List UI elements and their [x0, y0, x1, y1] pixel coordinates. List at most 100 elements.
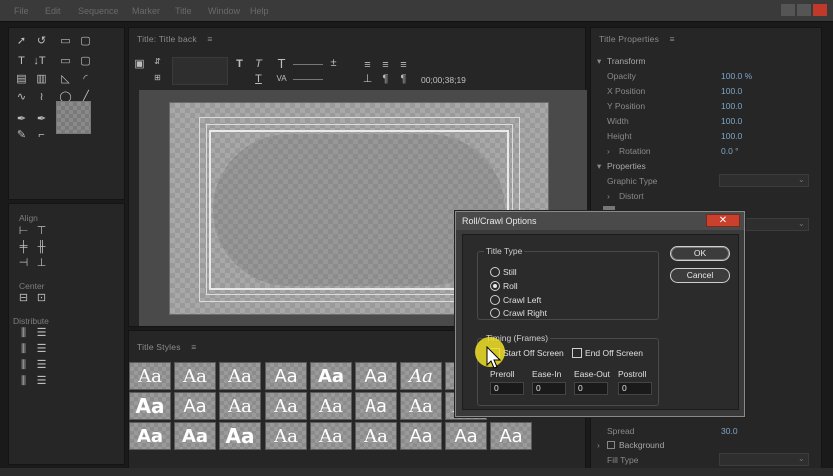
delete-anchor-tool-icon[interactable]: ✎: [15, 130, 28, 141]
style-swatch[interactable]: Aa: [129, 362, 171, 390]
style-swatch[interactable]: Aa: [310, 422, 352, 450]
style-swatch[interactable]: Aa: [174, 362, 216, 390]
menu-edit[interactable]: Edit: [45, 6, 61, 16]
end-off-screen-checkbox[interactable]: End Off Screen: [572, 347, 643, 359]
align-text-left-icon[interactable]: ≡: [361, 60, 374, 71]
panel-menu-icon[interactable]: ≡: [207, 34, 212, 44]
style-swatch[interactable]: Aa: [400, 362, 442, 390]
arc-tool-icon[interactable]: ◜: [79, 74, 92, 85]
radio-still[interactable]: Still: [490, 266, 517, 278]
timecode-readout[interactable]: 00;00;38;19: [421, 75, 466, 85]
rotation-tool-icon[interactable]: ↺: [35, 36, 48, 47]
menu-window[interactable]: Window: [208, 6, 240, 16]
postroll-input[interactable]: 0: [618, 382, 652, 395]
ease-out-input[interactable]: 0: [574, 382, 608, 395]
style-swatch[interactable]: Aa: [265, 362, 307, 390]
type-tool-icon[interactable]: T: [15, 56, 28, 67]
rounded-rectangle-tool-icon[interactable]: ▢: [79, 36, 92, 47]
tab-stops-icon[interactable]: ⊥: [361, 74, 374, 85]
align-top-icon[interactable]: ⊤: [35, 226, 48, 237]
close-window-icon[interactable]: [813, 4, 827, 16]
menu-file[interactable]: File: [14, 6, 29, 16]
center-vertical-icon[interactable]: ⊡: [35, 293, 48, 304]
menu-marker[interactable]: Marker: [132, 6, 160, 16]
preroll-input[interactable]: 0: [490, 382, 524, 395]
maximize-icon[interactable]: [797, 4, 811, 16]
radio-crawl-left[interactable]: Crawl Left: [490, 294, 541, 306]
style-swatch[interactable]: Aa: [129, 392, 171, 420]
style-swatch[interactable]: Aa: [265, 422, 307, 450]
style-swatch[interactable]: Aa: [129, 422, 171, 450]
pen-tool-icon[interactable]: ✒: [15, 114, 28, 125]
background-checkbox[interactable]: [607, 441, 615, 449]
style-swatch[interactable]: Aa: [265, 392, 307, 420]
vertical-type-tool-icon[interactable]: ↓T: [33, 56, 46, 67]
area-type-tool-icon[interactable]: ▤: [15, 74, 28, 85]
menu-title[interactable]: Title: [175, 6, 192, 16]
roll-crawl-options-icon[interactable]: ⇵: [151, 56, 164, 67]
distribute-space-v-icon[interactable]: ☰: [35, 376, 48, 387]
property-value[interactable]: 100.0: [721, 131, 742, 141]
property-value[interactable]: 100.0: [721, 116, 742, 126]
new-title-icon[interactable]: ▣: [133, 59, 146, 70]
style-swatch[interactable]: Aa: [174, 392, 216, 420]
close-icon[interactable]: ✕: [706, 214, 740, 227]
italic-icon[interactable]: T: [252, 59, 265, 70]
kerning-slider[interactable]: [293, 79, 323, 80]
style-swatch[interactable]: Aa: [355, 392, 397, 420]
ok-button[interactable]: OK: [670, 246, 730, 261]
rectangle-tool-icon[interactable]: ▭: [59, 36, 72, 47]
properties-expand-icon[interactable]: ▾: [597, 161, 601, 172]
distribute-center-icon[interactable]: ⫼: [17, 344, 30, 355]
style-swatch[interactable]: Aa: [445, 422, 487, 450]
align-text-right-icon[interactable]: ≡: [397, 60, 410, 71]
style-swatch[interactable]: Aa: [219, 392, 261, 420]
add-anchor-tool-icon[interactable]: ✒: [35, 114, 48, 125]
align-text-center-icon[interactable]: ≡: [379, 60, 392, 71]
style-swatch[interactable]: Aa: [355, 422, 397, 450]
property-value[interactable]: 100.0 %: [721, 71, 752, 81]
rounded-corner-tool-icon[interactable]: ▢: [79, 56, 92, 67]
distribute-middle-icon[interactable]: ☰: [35, 344, 48, 355]
style-swatch[interactable]: Aa: [310, 362, 352, 390]
align-horizontal-center-icon[interactable]: ╪: [17, 242, 30, 253]
spread-value[interactable]: 30.0: [721, 426, 738, 436]
rotation-expand-icon[interactable]: ›: [607, 146, 610, 156]
style-swatch[interactable]: Aa: [400, 392, 442, 420]
distribute-space-h-icon[interactable]: ⫼: [17, 376, 30, 387]
background-video-timecode-icon[interactable]: ¶: [397, 74, 410, 85]
transform-expand-icon[interactable]: ▾: [597, 56, 601, 67]
style-swatch[interactable]: Aa: [174, 422, 216, 450]
show-background-video-icon[interactable]: ¶: [379, 74, 392, 85]
distort-expand-icon[interactable]: ›: [607, 191, 610, 201]
graphic-type-dropdown[interactable]: ⌄: [719, 174, 809, 187]
distribute-right-icon[interactable]: ⫼: [17, 360, 30, 371]
underline-icon[interactable]: T: [252, 74, 265, 85]
align-right-icon[interactable]: ⊣: [17, 258, 30, 269]
distribute-top-icon[interactable]: ☰: [35, 328, 48, 339]
properties-menu-icon[interactable]: ≡: [670, 34, 675, 44]
property-value[interactable]: 100.0: [721, 86, 742, 96]
style-swatch[interactable]: Aa: [219, 362, 261, 390]
fill-type-dropdown[interactable]: ⌄: [719, 453, 809, 466]
clipped-rectangle-tool-icon[interactable]: ▭: [59, 56, 72, 67]
style-swatch[interactable]: Aa: [400, 422, 442, 450]
background-expand-icon[interactable]: ›: [597, 440, 600, 450]
menu-help[interactable]: Help: [250, 6, 269, 16]
vertical-path-type-tool-icon[interactable]: ≀: [35, 92, 48, 103]
distribute-left-icon[interactable]: ⫼: [17, 328, 30, 339]
minimize-icon[interactable]: [781, 4, 795, 16]
radio-crawl-right[interactable]: Crawl Right: [490, 307, 547, 319]
bold-icon[interactable]: T: [233, 59, 246, 70]
style-swatch[interactable]: Aa: [310, 392, 352, 420]
align-left-icon[interactable]: ⊢: [17, 226, 30, 237]
style-swatch[interactable]: Aa: [355, 362, 397, 390]
property-value[interactable]: 0.0 °: [721, 146, 739, 156]
font-size-slider[interactable]: [293, 64, 323, 65]
style-swatch[interactable]: Aa: [490, 422, 532, 450]
radio-roll[interactable]: Roll: [490, 280, 518, 292]
cancel-button[interactable]: Cancel: [670, 268, 730, 283]
wedge-tool-icon[interactable]: ◺: [59, 74, 72, 85]
selection-tool-icon[interactable]: ➚: [15, 36, 28, 47]
templates-icon[interactable]: ⊞: [151, 72, 164, 83]
